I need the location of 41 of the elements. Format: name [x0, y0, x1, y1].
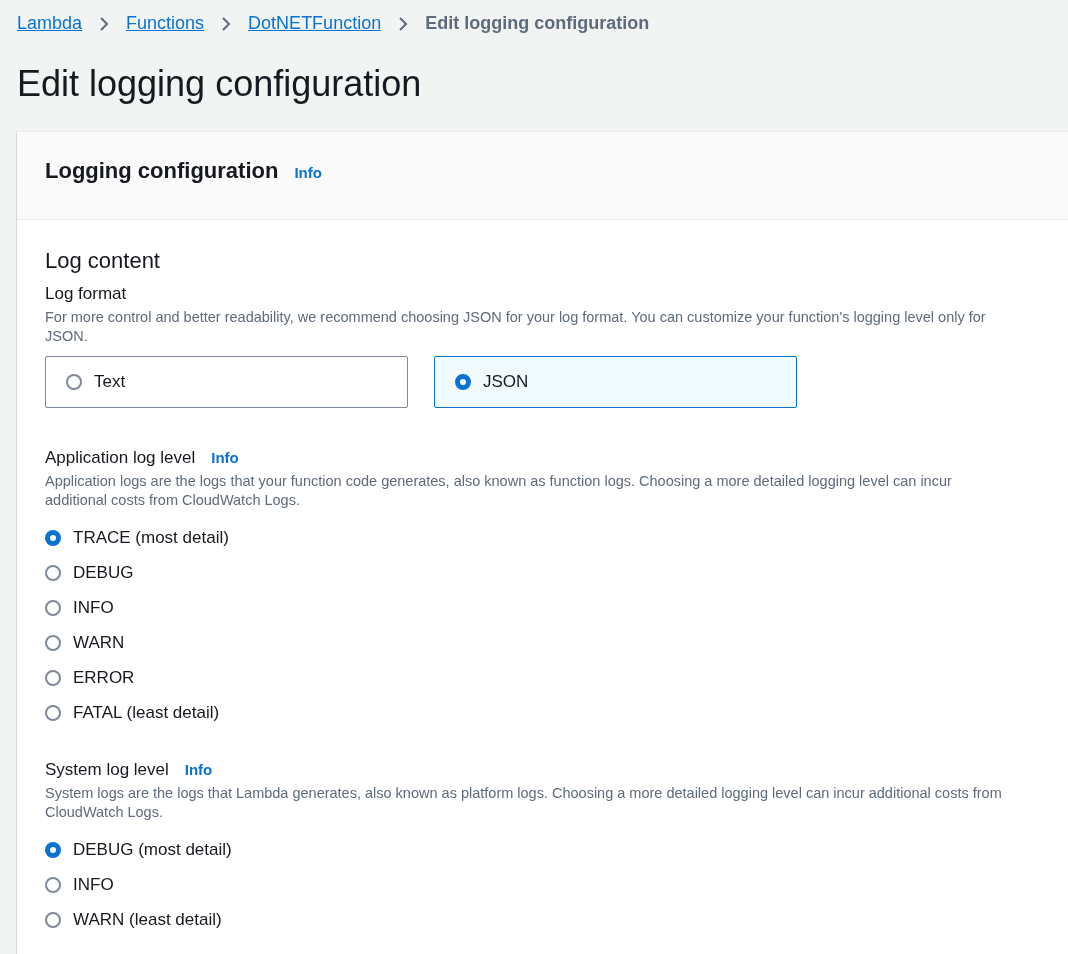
chevron-right-icon	[397, 16, 410, 31]
field-description: Application logs are the logs that your function code generates, also known as function logs. Choosing a more detailed logging level can incur additional costs from CloudWatch Logs.	[45, 472, 953, 510]
field-label: Application log level	[45, 448, 196, 468]
radio-icon	[455, 374, 471, 390]
breadcrumb-link[interactable]: DotNETFunction	[248, 13, 382, 34]
field-label: Log format	[45, 284, 127, 303]
radio-card[interactable]: Text	[45, 356, 408, 408]
section-title: Log content	[45, 248, 161, 274]
radio-option[interactable]: INFO	[45, 867, 114, 902]
chevron-right-icon	[220, 16, 233, 31]
radio-button[interactable]	[45, 876, 61, 893]
info-link[interactable]: Info	[211, 449, 239, 466]
chevron-right-icon	[98, 16, 111, 31]
breadcrumb-link[interactable]: Functions	[126, 13, 205, 34]
radio-button[interactable]	[45, 669, 61, 686]
radio-button[interactable]	[45, 529, 61, 546]
page-name-text: Edit logging configuration	[425, 13, 650, 34]
radio-button[interactable]	[45, 599, 61, 616]
radio-icon	[66, 374, 82, 390]
radio-option[interactable]: WARN	[45, 625, 125, 660]
radio-button[interactable]	[45, 564, 61, 581]
field-description: System logs are the logs that Lambda generates, also known as platform logs. Choosing a more detailed logging level can incur additional costs from CloudWatch Logs.	[45, 784, 1003, 822]
radio-option[interactable]: DEBUG (most detail)	[45, 832, 232, 867]
radio-option[interactable]: WARN (least detail)	[45, 902, 222, 937]
radio-option[interactable]: FATAL (least detail)	[45, 695, 220, 730]
radio-option[interactable]: ERROR	[45, 660, 135, 695]
radio-button[interactable]	[45, 911, 61, 928]
radio-button[interactable]	[45, 634, 61, 651]
panel-title: Logging configuration	[45, 158, 279, 184]
info-link[interactable]: Info	[184, 761, 213, 778]
field-description: For more control and better readability, we recommend choosing JSON for your log format. You can customize your function's logging level only for JSON.	[45, 308, 987, 346]
radio-card[interactable]: JSON	[434, 356, 797, 408]
radio-option[interactable]: TRACE (most detail)	[45, 520, 229, 555]
page-title: Edit logging configuration	[17, 62, 423, 106]
field-label: System log level	[45, 760, 169, 780]
radio-option[interactable]: DEBUG	[45, 555, 134, 590]
radio-option[interactable]: INFO	[45, 590, 114, 625]
radio-button[interactable]	[45, 704, 61, 721]
breadcrumb-link[interactable]: Lambda	[17, 13, 83, 34]
radio-button[interactable]	[45, 841, 61, 858]
info-link[interactable]: Info	[294, 164, 322, 181]
